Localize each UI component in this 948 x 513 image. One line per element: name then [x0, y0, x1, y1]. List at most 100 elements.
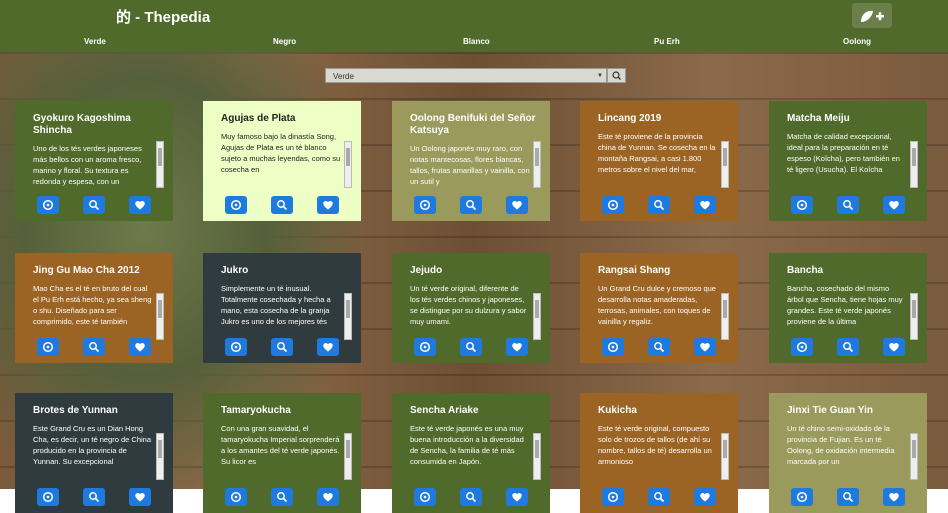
tea-details-button[interactable] — [837, 338, 859, 356]
tea-favorite-button[interactable] — [506, 196, 528, 214]
description-scrollbar[interactable] — [344, 433, 352, 480]
tea-favorite-button[interactable] — [694, 196, 716, 214]
tea-details-button[interactable] — [648, 338, 670, 356]
tea-timer-button[interactable] — [602, 488, 624, 506]
tea-favorite-button[interactable] — [129, 196, 151, 214]
description-scrollbar[interactable] — [533, 433, 541, 480]
tea-details-button[interactable] — [83, 196, 105, 214]
tea-card-title[interactable]: Brotes de Yunnan — [33, 405, 165, 417]
add-tea-button[interactable] — [852, 3, 892, 28]
tea-card-title[interactable]: Kukicha — [598, 405, 730, 417]
description-scrollbar[interactable] — [910, 293, 918, 340]
scrollbar-thumb[interactable] — [346, 440, 350, 458]
tea-card-title[interactable]: Rangsai Shang — [598, 265, 730, 277]
tea-details-button[interactable] — [460, 196, 482, 214]
description-scrollbar[interactable] — [533, 293, 541, 340]
description-scrollbar[interactable] — [156, 293, 164, 340]
scrollbar-thumb[interactable] — [158, 300, 162, 318]
tea-timer-button[interactable] — [602, 338, 624, 356]
description-scrollbar[interactable] — [533, 141, 541, 188]
description-scrollbar[interactable] — [910, 433, 918, 480]
tea-details-button[interactable] — [271, 488, 293, 506]
tea-favorite-button[interactable] — [506, 338, 528, 356]
tea-timer-button[interactable] — [225, 488, 247, 506]
tea-card-title[interactable]: Jinxi Tie Guan Yin — [787, 405, 919, 417]
tea-favorite-button[interactable] — [694, 488, 716, 506]
tea-timer-button[interactable] — [37, 196, 59, 214]
tea-card-title[interactable]: Sencha Ariake — [410, 405, 542, 417]
tea-card-title[interactable]: Matcha Meiju — [787, 113, 919, 125]
tea-timer-button[interactable] — [225, 196, 247, 214]
description-scrollbar[interactable] — [721, 141, 729, 188]
tea-favorite-button[interactable] — [317, 488, 339, 506]
tea-favorite-button[interactable] — [317, 338, 339, 356]
nav-negro[interactable]: Negro — [273, 37, 296, 46]
nav-oolong[interactable]: Oolong — [843, 37, 871, 46]
tea-details-button[interactable] — [83, 338, 105, 356]
scrollbar-thumb[interactable] — [535, 440, 539, 458]
tea-timer-button[interactable] — [414, 196, 436, 214]
tea-favorite-button[interactable] — [129, 338, 151, 356]
tea-timer-button[interactable] — [37, 338, 59, 356]
tea-card-title[interactable]: Jing Gu Mao Cha 2012 — [33, 265, 165, 277]
site-title[interactable]: 的 - Thepedia — [116, 6, 210, 27]
scrollbar-thumb[interactable] — [912, 300, 916, 318]
description-scrollbar[interactable] — [344, 293, 352, 340]
tea-details-button[interactable] — [837, 196, 859, 214]
tea-card-title[interactable]: Agujas de Plata — [221, 113, 353, 125]
tea-details-button[interactable] — [460, 488, 482, 506]
tea-card-title[interactable]: Bancha — [787, 265, 919, 277]
scrollbar-thumb[interactable] — [346, 300, 350, 318]
tea-card-title[interactable]: Lincang 2019 — [598, 113, 730, 125]
scrollbar-thumb[interactable] — [158, 440, 162, 458]
tea-details-button[interactable] — [837, 488, 859, 506]
tea-favorite-button[interactable] — [694, 338, 716, 356]
scrollbar-thumb[interactable] — [912, 440, 916, 458]
tea-timer-button[interactable] — [414, 338, 436, 356]
tea-timer-button[interactable] — [37, 488, 59, 506]
scrollbar-thumb[interactable] — [535, 148, 539, 166]
scrollbar-thumb[interactable] — [723, 440, 727, 458]
scrollbar-thumb[interactable] — [158, 148, 162, 166]
description-scrollbar[interactable] — [721, 293, 729, 340]
tea-details-button[interactable] — [648, 488, 670, 506]
tea-timer-button[interactable] — [791, 196, 813, 214]
tea-timer-button[interactable] — [225, 338, 247, 356]
tea-favorite-button[interactable] — [883, 488, 905, 506]
nav-pu-erh[interactable]: Pu Erh — [654, 37, 680, 46]
tea-timer-button[interactable] — [791, 488, 813, 506]
tea-timer-button[interactable] — [791, 338, 813, 356]
tea-card-title[interactable]: Gyokuro Kagoshima Shincha — [33, 113, 165, 137]
nav-blanco[interactable]: Blanco — [463, 37, 490, 46]
tea-card-title[interactable]: Jejudo — [410, 265, 542, 277]
scrollbar-thumb[interactable] — [535, 300, 539, 318]
nav-verde[interactable]: Verde — [84, 37, 106, 46]
description-scrollbar[interactable] — [344, 141, 352, 188]
tea-card-title[interactable]: Tamaryokucha — [221, 405, 353, 417]
description-scrollbar[interactable] — [156, 433, 164, 480]
tea-favorite-button[interactable] — [317, 196, 339, 214]
tea-details-button[interactable] — [271, 196, 293, 214]
description-scrollbar[interactable] — [721, 433, 729, 480]
tea-timer-button[interactable] — [602, 196, 624, 214]
tea-card-description: Este té verde original, compuesto solo d… — [598, 424, 712, 466]
description-scrollbar[interactable] — [910, 141, 918, 188]
tea-favorite-button[interactable] — [506, 488, 528, 506]
tea-card-title[interactable]: Oolong Benifuki del Señor Katsuya — [410, 113, 542, 137]
scrollbar-thumb[interactable] — [346, 148, 350, 166]
description-scrollbar[interactable] — [156, 141, 164, 188]
tea-favorite-button[interactable] — [129, 488, 151, 506]
scrollbar-thumb[interactable] — [912, 148, 916, 166]
tea-details-button[interactable] — [460, 338, 482, 356]
scrollbar-thumb[interactable] — [723, 148, 727, 166]
tea-details-button[interactable] — [83, 488, 105, 506]
tea-favorite-button[interactable] — [883, 196, 905, 214]
tea-details-button[interactable] — [648, 196, 670, 214]
tea-details-button[interactable] — [271, 338, 293, 356]
tea-timer-button[interactable] — [414, 488, 436, 506]
scrollbar-thumb[interactable] — [723, 300, 727, 318]
tea-card-title[interactable]: Jukro — [221, 265, 353, 277]
tea-favorite-button[interactable] — [883, 338, 905, 356]
filter-search-button[interactable] — [607, 68, 626, 83]
category-select[interactable]: Verde ▼ — [325, 68, 607, 83]
